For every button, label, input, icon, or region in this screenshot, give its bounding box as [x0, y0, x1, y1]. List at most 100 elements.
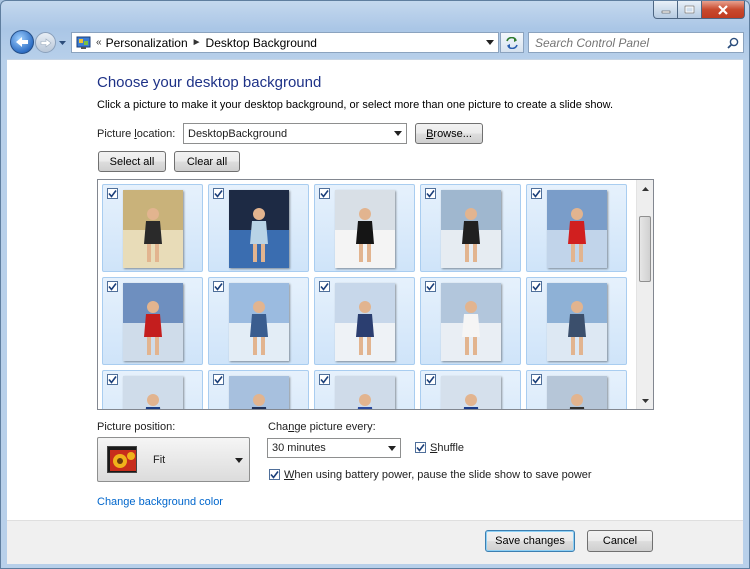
picture-checkbox[interactable] — [213, 188, 224, 199]
picture-checkbox[interactable] — [107, 188, 118, 199]
picture-tile[interactable] — [314, 184, 415, 272]
picture-checkbox[interactable] — [319, 374, 330, 385]
picture-tile[interactable] — [208, 370, 309, 409]
checkmark-icon — [532, 190, 541, 198]
scroll-up-button[interactable] — [637, 180, 653, 197]
picture-checkbox[interactable] — [531, 374, 542, 385]
picture-tile[interactable] — [420, 370, 521, 409]
address-bar[interactable]: « Personalization ► Desktop Background — [71, 32, 499, 53]
picture-checkbox[interactable] — [213, 374, 224, 385]
picture-tile[interactable] — [102, 370, 203, 409]
picture-tile[interactable] — [526, 277, 627, 365]
picture-checkbox[interactable] — [531, 188, 542, 199]
picture-tile[interactable] — [420, 184, 521, 272]
picture-checkbox[interactable] — [425, 281, 436, 292]
picture-tile[interactable] — [314, 370, 415, 409]
checkmark-icon — [214, 190, 223, 198]
change-picture-label: Change picture every: — [268, 421, 376, 433]
chevron-down-icon — [486, 40, 494, 45]
arrow-right-icon — [40, 37, 51, 48]
picture-tile[interactable] — [102, 277, 203, 365]
page-title: Choose your desktop background — [97, 74, 322, 91]
battery-pause-checkbox[interactable] — [269, 469, 280, 480]
shuffle-checkbox[interactable] — [415, 442, 426, 453]
chevron-up-icon — [641, 186, 649, 191]
label-text: ge picture every: — [294, 421, 376, 433]
picture-tile[interactable] — [314, 277, 415, 365]
picture-location-dropdown[interactable]: DesktopBackground — [183, 123, 407, 144]
checkmark-icon — [320, 376, 329, 384]
back-button[interactable] — [10, 30, 34, 54]
cancel-button[interactable]: Cancel — [587, 530, 653, 552]
change-background-color-link[interactable]: Change background color — [97, 496, 223, 508]
breadcrumb-personalization[interactable]: Personalization — [102, 36, 192, 50]
picture-checkbox[interactable] — [319, 188, 330, 199]
gallery-scrollbar[interactable] — [636, 180, 653, 409]
caption-buttons — [653, 1, 745, 19]
label-accelerator: W — [284, 469, 295, 481]
picture-location-value: DesktopBackground — [188, 127, 288, 140]
search-icon[interactable] — [727, 37, 739, 49]
picture-checkbox[interactable] — [531, 281, 542, 292]
clear-all-button[interactable]: Clear all — [174, 151, 240, 172]
maximize-button[interactable] — [678, 1, 702, 19]
close-icon — [718, 4, 728, 15]
arrow-left-icon — [16, 37, 28, 47]
checkmark-icon — [108, 376, 117, 384]
minimize-button[interactable] — [653, 1, 678, 19]
forward-button[interactable] — [35, 32, 56, 53]
checkmark-icon — [214, 376, 223, 384]
recent-pages-icon[interactable] — [58, 39, 67, 47]
select-all-button[interactable]: Select all — [98, 151, 166, 172]
picture-tile[interactable] — [526, 184, 627, 272]
scroll-down-button[interactable] — [637, 392, 653, 409]
picture-tile[interactable] — [208, 277, 309, 365]
checkmark-icon — [320, 190, 329, 198]
scroll-thumb[interactable] — [639, 216, 651, 282]
photo-icon — [547, 283, 607, 361]
interval-dropdown[interactable]: 30 minutes — [267, 438, 401, 458]
picture-tile[interactable] — [102, 184, 203, 272]
picture-tile[interactable] — [208, 184, 309, 272]
refresh-icon — [506, 36, 518, 49]
minimize-icon — [661, 10, 670, 13]
chevron-down-icon — [235, 454, 243, 466]
photo-icon — [335, 376, 395, 409]
photo-icon — [547, 376, 607, 409]
search-box[interactable] — [528, 32, 744, 53]
label-text: ocation: — [136, 128, 176, 140]
picture-position-label: Picture position: — [97, 421, 176, 433]
breadcrumb-desktop-background[interactable]: Desktop Background — [202, 36, 321, 50]
picture-checkbox[interactable] — [107, 374, 118, 385]
picture-gallery[interactable] — [97, 179, 654, 410]
picture-checkbox[interactable] — [213, 281, 224, 292]
photo-icon — [123, 376, 183, 409]
breadcrumb-separator: ► — [191, 37, 202, 48]
picture-checkbox[interactable] — [425, 374, 436, 385]
checkmark-icon — [416, 444, 425, 452]
chevron-down-icon — [388, 445, 396, 451]
picture-checkbox[interactable] — [107, 281, 118, 292]
picture-tile[interactable] — [526, 370, 627, 409]
checkmark-icon — [214, 283, 223, 291]
photo-icon — [441, 283, 501, 361]
page-description: Click a picture to make it your desktop … — [97, 99, 614, 111]
picture-position-dropdown[interactable]: Fit — [97, 437, 250, 482]
photo-icon — [547, 190, 607, 268]
picture-tile[interactable] — [420, 277, 521, 365]
content-pane: Choose your desktop background Click a p… — [7, 59, 743, 520]
picture-checkbox[interactable] — [425, 188, 436, 199]
checkmark-icon — [532, 283, 541, 291]
save-changes-button[interactable]: Save changes — [485, 530, 575, 552]
dialog-footer: Save changes Cancel — [7, 520, 743, 564]
refresh-button[interactable] — [500, 32, 524, 53]
checkmark-icon — [108, 283, 117, 291]
address-dropdown-button[interactable] — [482, 40, 498, 45]
browse-button[interactable]: Browse... — [415, 123, 483, 144]
photo-icon — [229, 190, 289, 268]
close-button[interactable] — [702, 1, 745, 19]
search-input[interactable] — [529, 35, 719, 50]
picture-checkbox[interactable] — [319, 281, 330, 292]
photo-icon — [123, 190, 183, 268]
checkmark-icon — [320, 283, 329, 291]
